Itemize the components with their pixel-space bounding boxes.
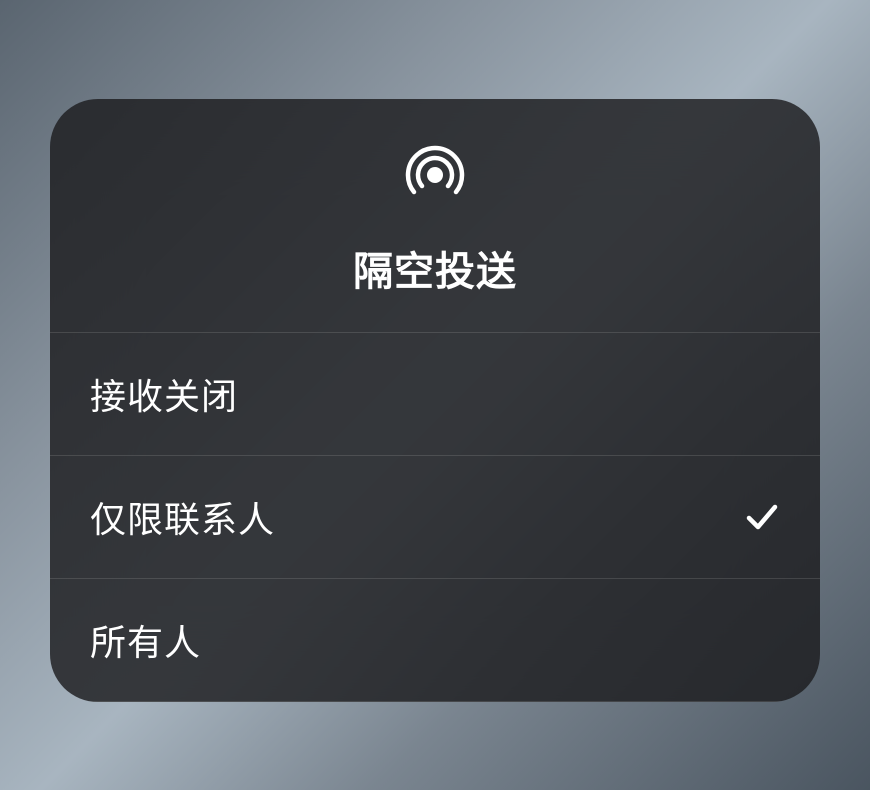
panel-title: 隔空投送 — [353, 239, 517, 297]
option-label: 仅限联系人 — [90, 491, 275, 543]
option-label: 接收关闭 — [90, 368, 238, 420]
airdrop-icon — [399, 139, 471, 211]
option-receiving-off[interactable]: 接收关闭 — [50, 333, 820, 456]
option-label: 所有人 — [90, 614, 201, 666]
option-everyone[interactable]: 所有人 — [50, 579, 820, 702]
options-list: 接收关闭 仅限联系人 所有人 — [50, 333, 820, 702]
airdrop-settings-panel: 隔空投送 接收关闭 仅限联系人 所有人 — [50, 99, 820, 702]
option-contacts-only[interactable]: 仅限联系人 — [50, 456, 820, 579]
checkmark-icon — [744, 499, 780, 535]
panel-header: 隔空投送 — [50, 99, 820, 333]
